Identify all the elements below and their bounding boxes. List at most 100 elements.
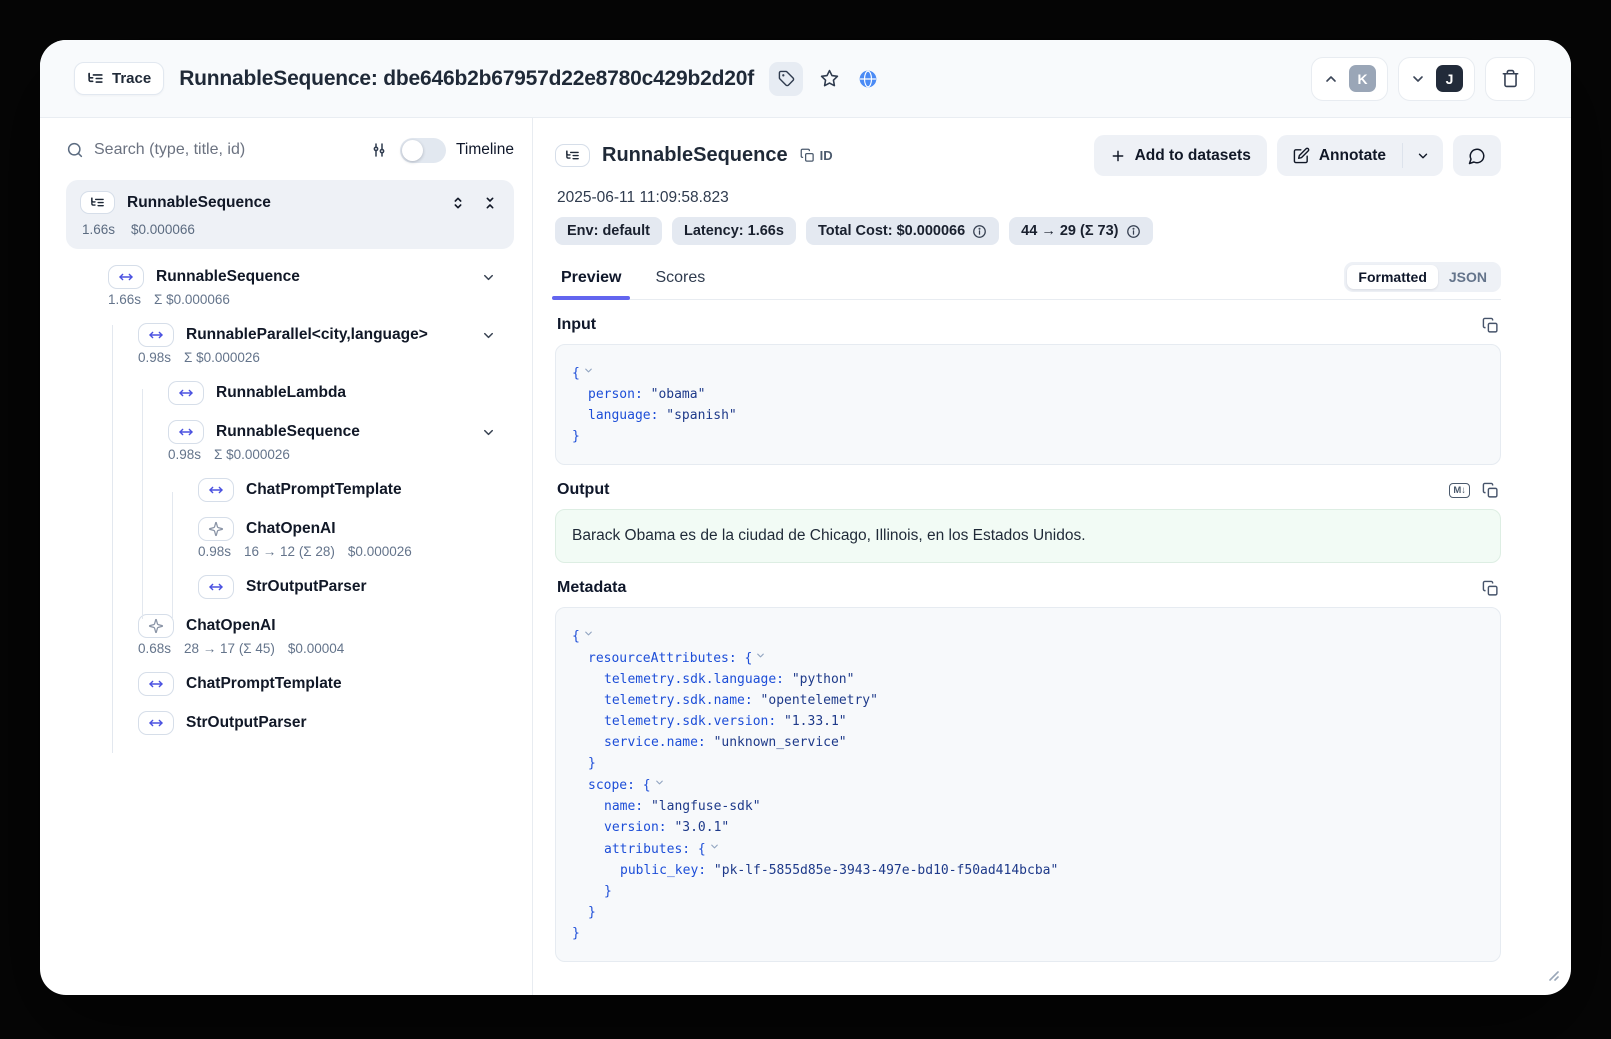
public-share-button[interactable] [856, 67, 880, 91]
annotate-menu-caret[interactable] [1403, 135, 1443, 176]
tree-node-total-cost: Σ $0.000026 [184, 350, 260, 365]
tree-node[interactable]: RunnableSequence 1.66s Σ $0.000066 [60, 263, 518, 307]
tree-node-tokens: 16 → 12 (Σ 28) [244, 544, 335, 559]
tab-preview[interactable]: Preview [559, 263, 623, 299]
tree-node-metrics: 0.68s 28 → 17 (Σ 45) $0.00004 [138, 641, 518, 656]
metric-badge-label: Total Cost: $0.000066 [818, 223, 965, 239]
span-icon [168, 381, 204, 405]
tree-node-metrics: 0.98s 16 → 12 (Σ 28) $0.000026 [198, 544, 518, 559]
id-label: ID [820, 148, 833, 163]
tree-node-name: RunnableSequence [216, 423, 360, 441]
copy-icon [800, 148, 815, 163]
tree-node[interactable]: RunnableSequence 0.98s Σ $0.000026 [60, 418, 518, 462]
collapse-node-chevron[interactable] [583, 362, 594, 383]
collapse-all-button[interactable] [480, 193, 500, 213]
tree-node-duration: 0.68s [138, 641, 171, 656]
generation-icon [138, 614, 174, 638]
copy-input-button[interactable] [1482, 317, 1499, 334]
span-icon [138, 323, 174, 347]
metric-badge-label: Env: default [567, 223, 650, 239]
tree-node-tokens: 28 → 17 (Σ 45) [184, 641, 275, 656]
tree-node[interactable]: ChatOpenAI 0.98s 16 → 12 (Σ 28) $0.00002… [60, 515, 518, 559]
tree-node-name: RunnableLambda [216, 384, 346, 402]
chevron-down-icon[interactable] [481, 425, 496, 440]
collapse-node-chevron[interactable] [755, 647, 766, 668]
tree-node[interactable]: ChatPromptTemplate [60, 670, 518, 698]
tree-node-name: StrOutputParser [186, 714, 307, 732]
tree-node[interactable]: ChatOpenAI 0.68s 28 → 17 (Σ 45) $0.00004 [60, 612, 518, 656]
metric-badge: 44 → 29 (Σ 73) [1009, 217, 1152, 245]
span-icon [168, 420, 204, 444]
observation-title: RunnableSequence [602, 144, 788, 167]
trace-tree-sidebar: Timeline RunnableSequence [40, 118, 533, 995]
next-trace-button[interactable]: J [1398, 57, 1475, 101]
format-toggle-formatted[interactable]: Formatted [1347, 265, 1437, 289]
metric-badge-label: 44 → 29 (Σ 73) [1021, 223, 1118, 239]
chevron-down-icon [1410, 71, 1426, 87]
trace-detail-panel: RunnableSequence ID Add to datasets [533, 118, 1571, 995]
list-tree-icon [87, 70, 104, 87]
tree-node-cost: $0.000026 [348, 544, 412, 559]
trace-timestamp: 2025-06-11 11:09:58.823 [557, 189, 1501, 207]
search-input[interactable] [94, 141, 358, 159]
annotate-button[interactable]: Annotate [1277, 135, 1402, 176]
tree-node-metrics: 0.98s Σ $0.000026 [138, 350, 518, 365]
comments-button[interactable] [1453, 135, 1501, 176]
tree-node-duration: 0.98s [168, 447, 201, 462]
delete-trace-button[interactable] [1485, 57, 1535, 101]
plus-icon [1110, 148, 1126, 164]
tab-scores[interactable]: Scores [653, 263, 707, 299]
resize-handle[interactable] [1546, 968, 1559, 986]
tree-node-name: RunnableParallel<city,language> [186, 326, 428, 344]
indent-guide [142, 389, 143, 619]
trace-root-item[interactable]: RunnableSequence 1.66s $0.000066 [66, 180, 514, 249]
info-icon[interactable] [972, 224, 987, 239]
shortcut-key-j: J [1436, 65, 1463, 92]
chevron-down-icon[interactable] [481, 328, 496, 343]
input-section-title: Input [557, 316, 596, 334]
tree-node[interactable]: RunnableLambda [60, 379, 518, 407]
tag-button[interactable] [769, 62, 803, 96]
format-toggle: Formatted JSON [1344, 262, 1501, 292]
trace-badge-label: Trace [112, 70, 151, 87]
tree-node-cost: $0.00004 [288, 641, 344, 656]
info-icon[interactable] [1126, 224, 1141, 239]
span-icon [108, 265, 144, 289]
tree-node-duration: 0.98s [198, 544, 231, 559]
tag-icon [778, 70, 795, 87]
collapse-node-chevron[interactable] [583, 625, 594, 646]
generation-icon [198, 517, 234, 541]
copy-output-button[interactable] [1482, 482, 1499, 499]
view-settings-button[interactable] [368, 139, 390, 161]
collapse-node-chevron[interactable] [709, 838, 720, 859]
markdown-toggle-icon[interactable]: M↓ [1449, 483, 1470, 498]
metric-badge: Latency: 1.66s [672, 217, 796, 245]
app-window: Trace RunnableSequence: dbe646b2b67957d2… [40, 40, 1571, 995]
tree-node[interactable]: StrOutputParser [60, 573, 518, 601]
copy-metadata-button[interactable] [1482, 580, 1499, 597]
globe-icon [858, 69, 878, 89]
tree-node-total-cost: Σ $0.000026 [214, 447, 290, 462]
tree-node-name: ChatOpenAI [246, 520, 336, 538]
span-icon [138, 711, 174, 735]
prev-trace-button[interactable]: K [1311, 57, 1388, 101]
tree-node[interactable]: ChatPromptTemplate [60, 476, 518, 504]
timeline-toggle[interactable] [400, 138, 446, 163]
bookmark-star-button[interactable] [818, 67, 841, 90]
tree-node-name: StrOutputParser [246, 578, 367, 596]
format-toggle-json[interactable]: JSON [1438, 265, 1498, 289]
expand-all-button[interactable] [448, 193, 468, 213]
add-to-datasets-button[interactable]: Add to datasets [1094, 135, 1267, 176]
span-icon [198, 478, 234, 502]
copy-id-button[interactable]: ID [800, 148, 833, 163]
metadata-json-viewer: {resourceAttributes: {telemetry.sdk.lang… [555, 607, 1501, 962]
indent-guide [112, 325, 113, 753]
tree-node-metrics: 0.98s Σ $0.000026 [168, 447, 518, 462]
trace-root-badge [80, 191, 115, 214]
collapse-node-chevron[interactable] [654, 774, 665, 795]
input-json-viewer: {person: "obama"language: "spanish"} [555, 344, 1501, 465]
tree-node[interactable]: StrOutputParser [60, 709, 518, 737]
chevron-down-icon[interactable] [481, 270, 496, 285]
tree-node[interactable]: RunnableParallel<city,language> 0.98s Σ … [60, 321, 518, 365]
output-section-title: Output [557, 481, 609, 499]
